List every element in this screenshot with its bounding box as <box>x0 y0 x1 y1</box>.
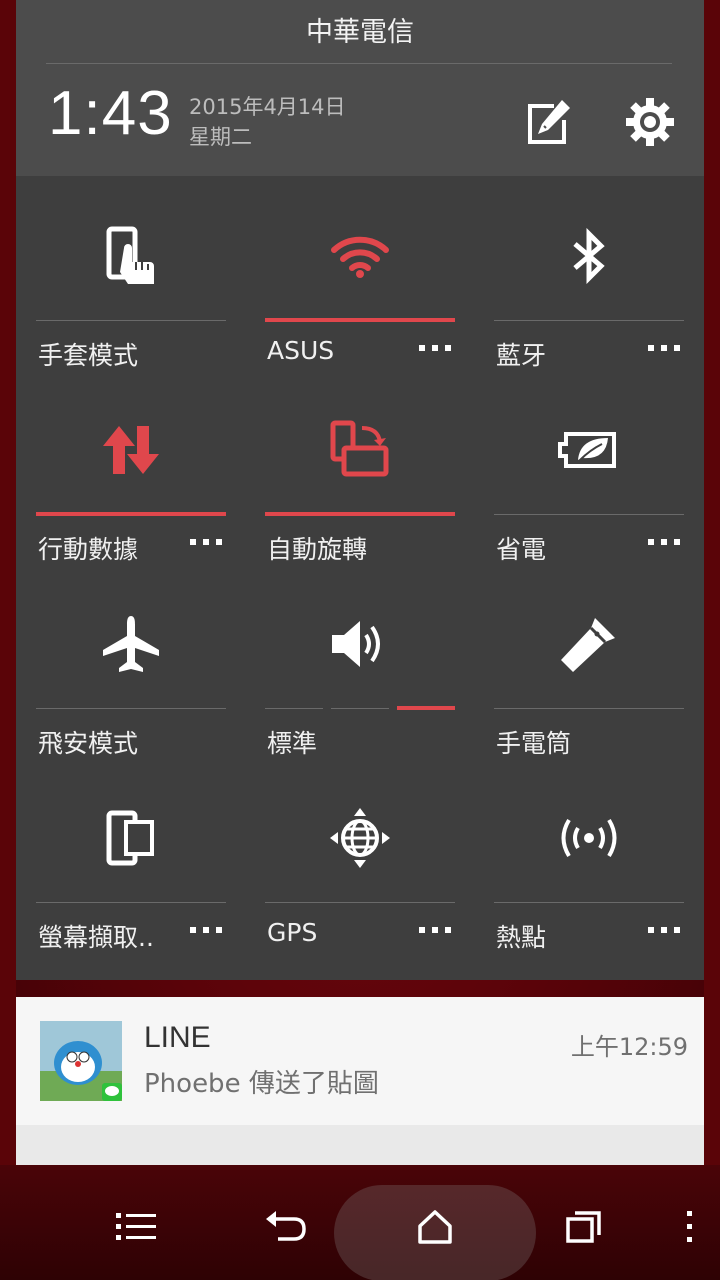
tile-screenshot[interactable]: 螢幕擷取.. <box>36 774 226 964</box>
screenshot-icon <box>36 774 226 902</box>
tile-label: 螢幕擷取.. <box>38 923 154 952</box>
flashlight-icon <box>494 580 684 708</box>
tile-indicator <box>36 902 226 903</box>
auto-rotate-icon <box>265 386 455 514</box>
date-block: 2015年4月14日 星期二 <box>189 92 346 152</box>
tile-indicator <box>36 708 226 709</box>
overflow-icon[interactable] <box>666 1205 714 1249</box>
carrier-name: 中華電信 <box>306 17 414 48</box>
notification-time: 上午12:59 <box>570 1033 688 1061</box>
battery-saver-icon <box>494 386 684 514</box>
home-icon[interactable] <box>411 1205 459 1249</box>
tile-label: 熱點 <box>496 923 547 952</box>
hotspot-icon <box>494 774 684 902</box>
tile-indicator <box>494 902 684 903</box>
tile-label: 手電筒 <box>496 729 572 758</box>
notification-app-name: LINE <box>144 1021 211 1054</box>
notification-avatar <box>40 1021 122 1101</box>
more-options-icon[interactable] <box>419 924 451 936</box>
wifi-icon <box>265 192 455 320</box>
recents-icon[interactable] <box>560 1205 608 1249</box>
glove-mode-icon <box>36 192 226 320</box>
tile-auto-rotate[interactable]: 自動旋轉 <box>265 386 455 576</box>
sound-mode-segment[interactable] <box>331 708 389 709</box>
more-options-icon[interactable] <box>648 342 680 354</box>
tile-indicator <box>494 320 684 321</box>
tile-label: 自動旋轉 <box>267 535 368 564</box>
tile-sound-profile[interactable]: 標準 <box>265 580 455 770</box>
wallpaper-right <box>704 0 720 1165</box>
bluetooth-icon <box>494 192 684 320</box>
tile-label: 藍牙 <box>496 341 547 370</box>
more-options-icon[interactable] <box>648 536 680 548</box>
panel-header: 中華電信 1:43 2015年4月14日 星期二 <box>16 0 704 176</box>
tile-indicator <box>265 318 455 322</box>
more-options-icon[interactable] <box>190 536 222 548</box>
mobile-data-icon <box>36 386 226 514</box>
tile-mobile-data[interactable]: 行動數據 <box>36 386 226 576</box>
volume-icon <box>265 580 455 708</box>
tile-indicator <box>36 512 226 516</box>
more-options-icon[interactable] <box>190 924 222 936</box>
tile-hotspot[interactable]: 熱點 <box>494 774 684 964</box>
tile-indicator <box>265 902 455 903</box>
clock: 1:43 <box>48 79 173 148</box>
notification-background-card <box>16 1125 704 1165</box>
back-icon[interactable] <box>262 1205 310 1249</box>
tile-indicator <box>36 320 226 321</box>
sound-mode-segment[interactable] <box>265 708 323 709</box>
edit-icon[interactable] <box>524 98 572 146</box>
wallpaper-left <box>0 0 16 1165</box>
tile-label: ASUS <box>267 336 335 365</box>
more-options-icon[interactable] <box>419 342 451 354</box>
tile-label: GPS <box>267 918 318 947</box>
tile-indicator <box>265 512 455 516</box>
tile-flashlight[interactable]: 手電筒 <box>494 580 684 770</box>
tile-label: 飛安模式 <box>38 729 139 758</box>
quick-settings-panel: 中華電信 1:43 2015年4月14日 星期二 手套模式 ASUS 藍牙 行動… <box>16 0 704 980</box>
gear-icon[interactable] <box>624 96 676 148</box>
weekday-text: 星期二 <box>189 125 252 149</box>
tile-label: 手套模式 <box>38 341 139 370</box>
tile-label: 省電 <box>496 535 547 564</box>
notification-message: Phoebe 傳送了貼圖 <box>144 1069 379 1099</box>
gps-icon <box>265 774 455 902</box>
tile-glove-mode[interactable]: 手套模式 <box>36 192 226 382</box>
tile-gps[interactable]: GPS <box>265 774 455 964</box>
navigation-bar <box>0 1165 720 1280</box>
line-notification[interactable]: LINE Phoebe 傳送了貼圖 上午12:59 <box>16 997 704 1125</box>
tile-indicator <box>494 514 684 515</box>
tile-wifi[interactable]: ASUS <box>265 192 455 382</box>
more-options-icon[interactable] <box>648 924 680 936</box>
carrier-divider <box>46 63 672 64</box>
tile-airplane-mode[interactable]: 飛安模式 <box>36 580 226 770</box>
sound-mode-segment-active[interactable] <box>397 706 455 710</box>
menu-icon[interactable] <box>112 1205 160 1249</box>
airplane-icon <box>36 580 226 708</box>
tile-battery-saver[interactable]: 省電 <box>494 386 684 576</box>
date-text: 2015年4月14日 <box>189 95 346 119</box>
tile-bluetooth[interactable]: 藍牙 <box>494 192 684 382</box>
tile-label: 行動數據 <box>38 535 139 564</box>
tile-label: 標準 <box>267 729 318 758</box>
tile-indicator <box>494 708 684 709</box>
